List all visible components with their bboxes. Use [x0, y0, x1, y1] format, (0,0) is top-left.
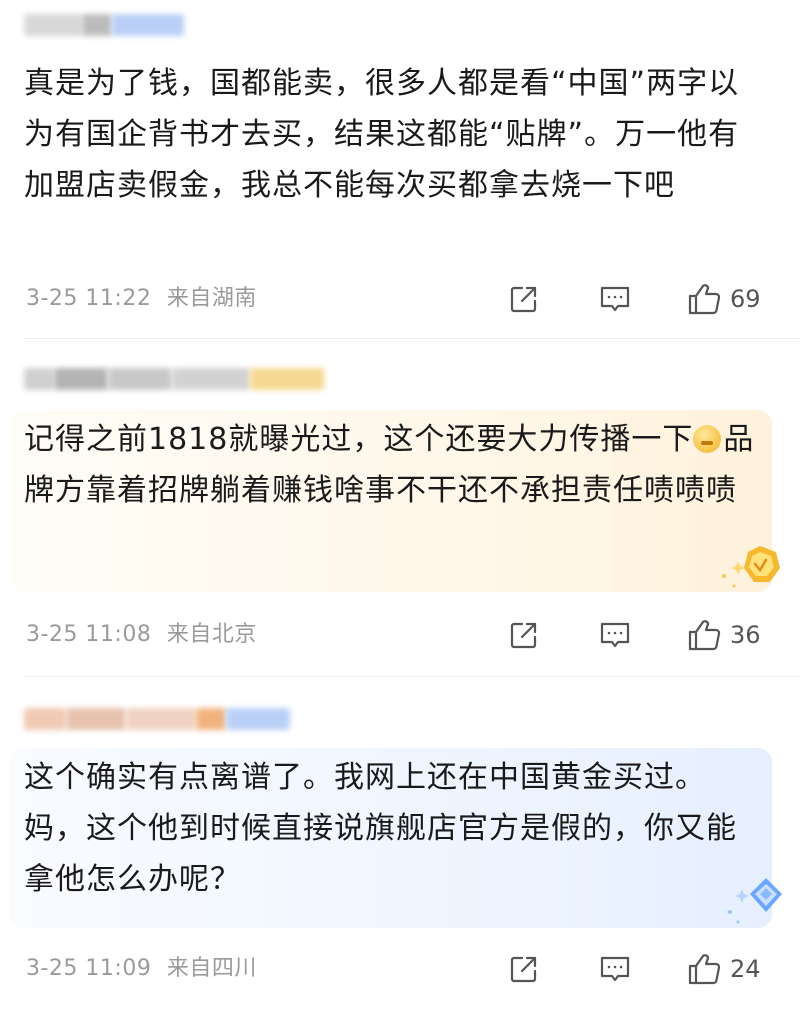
share-button[interactable]: [508, 615, 540, 655]
thumbs-up-icon: [688, 284, 721, 315]
like-button[interactable]: 69: [686, 279, 761, 319]
username-blurred[interactable]: [24, 366, 324, 392]
comment-icon: [600, 956, 630, 982]
sweat-face-emoji: [693, 425, 722, 453]
like-count: 36: [730, 621, 761, 649]
comment-text-part1: 记得之前1818就曝光过，这个还要大力传播一下: [24, 422, 694, 457]
like-button[interactable]: 36: [686, 615, 761, 655]
comment-button[interactable]: [598, 279, 632, 319]
gold-fan-badge-icon: [722, 546, 780, 588]
comment-button[interactable]: [598, 615, 632, 655]
comment-icon: [600, 286, 630, 312]
comment-item: 这个确实有点离谱了。我网上还在中国黄金买过。妈，这个他到时候直接说旗舰店官方是假…: [0, 676, 800, 1015]
username-blurred[interactable]: [24, 706, 290, 732]
share-icon: [510, 956, 537, 983]
share-button[interactable]: [508, 949, 540, 989]
like-button[interactable]: 24: [686, 949, 761, 989]
comment-button[interactable]: [598, 949, 632, 989]
thumbs-up-icon: [688, 954, 721, 985]
comment-text: 这个确实有点离谱了。我网上还在中国黄金买过。妈，这个他到时候直接说旗舰店官方是假…: [24, 760, 737, 897]
comment-item: 真是为了钱，国都能卖，很多人都是看“中国”两字以为有国企背书才去买，结果这都能“…: [0, 0, 800, 338]
like-count: 24: [730, 955, 761, 983]
username-blurred[interactable]: [24, 12, 184, 38]
comment-actions: 36: [0, 615, 800, 655]
blue-fan-badge-icon: [728, 878, 782, 924]
comment-text: 记得之前1818就曝光过，这个还要大力传播一下 品牌方靠着招牌躺着赚钱啥事不干还不…: [24, 414, 764, 516]
comment-actions: 69: [0, 279, 800, 319]
share-icon: [510, 622, 537, 649]
share-icon: [510, 286, 537, 313]
share-button[interactable]: [508, 279, 540, 319]
comment-item: 记得之前1818就曝光过，这个还要大力传播一下 品牌方靠着招牌躺着赚钱啥事不干还不…: [0, 338, 800, 676]
comment-actions: 24: [0, 949, 800, 989]
thumbs-up-icon: [688, 620, 721, 651]
like-count: 69: [730, 285, 761, 313]
comment-text: 真是为了钱，国都能卖，很多人都是看“中国”两字以为有国企背书才去买，结果这都能“…: [24, 66, 740, 203]
comment-icon: [600, 622, 630, 648]
